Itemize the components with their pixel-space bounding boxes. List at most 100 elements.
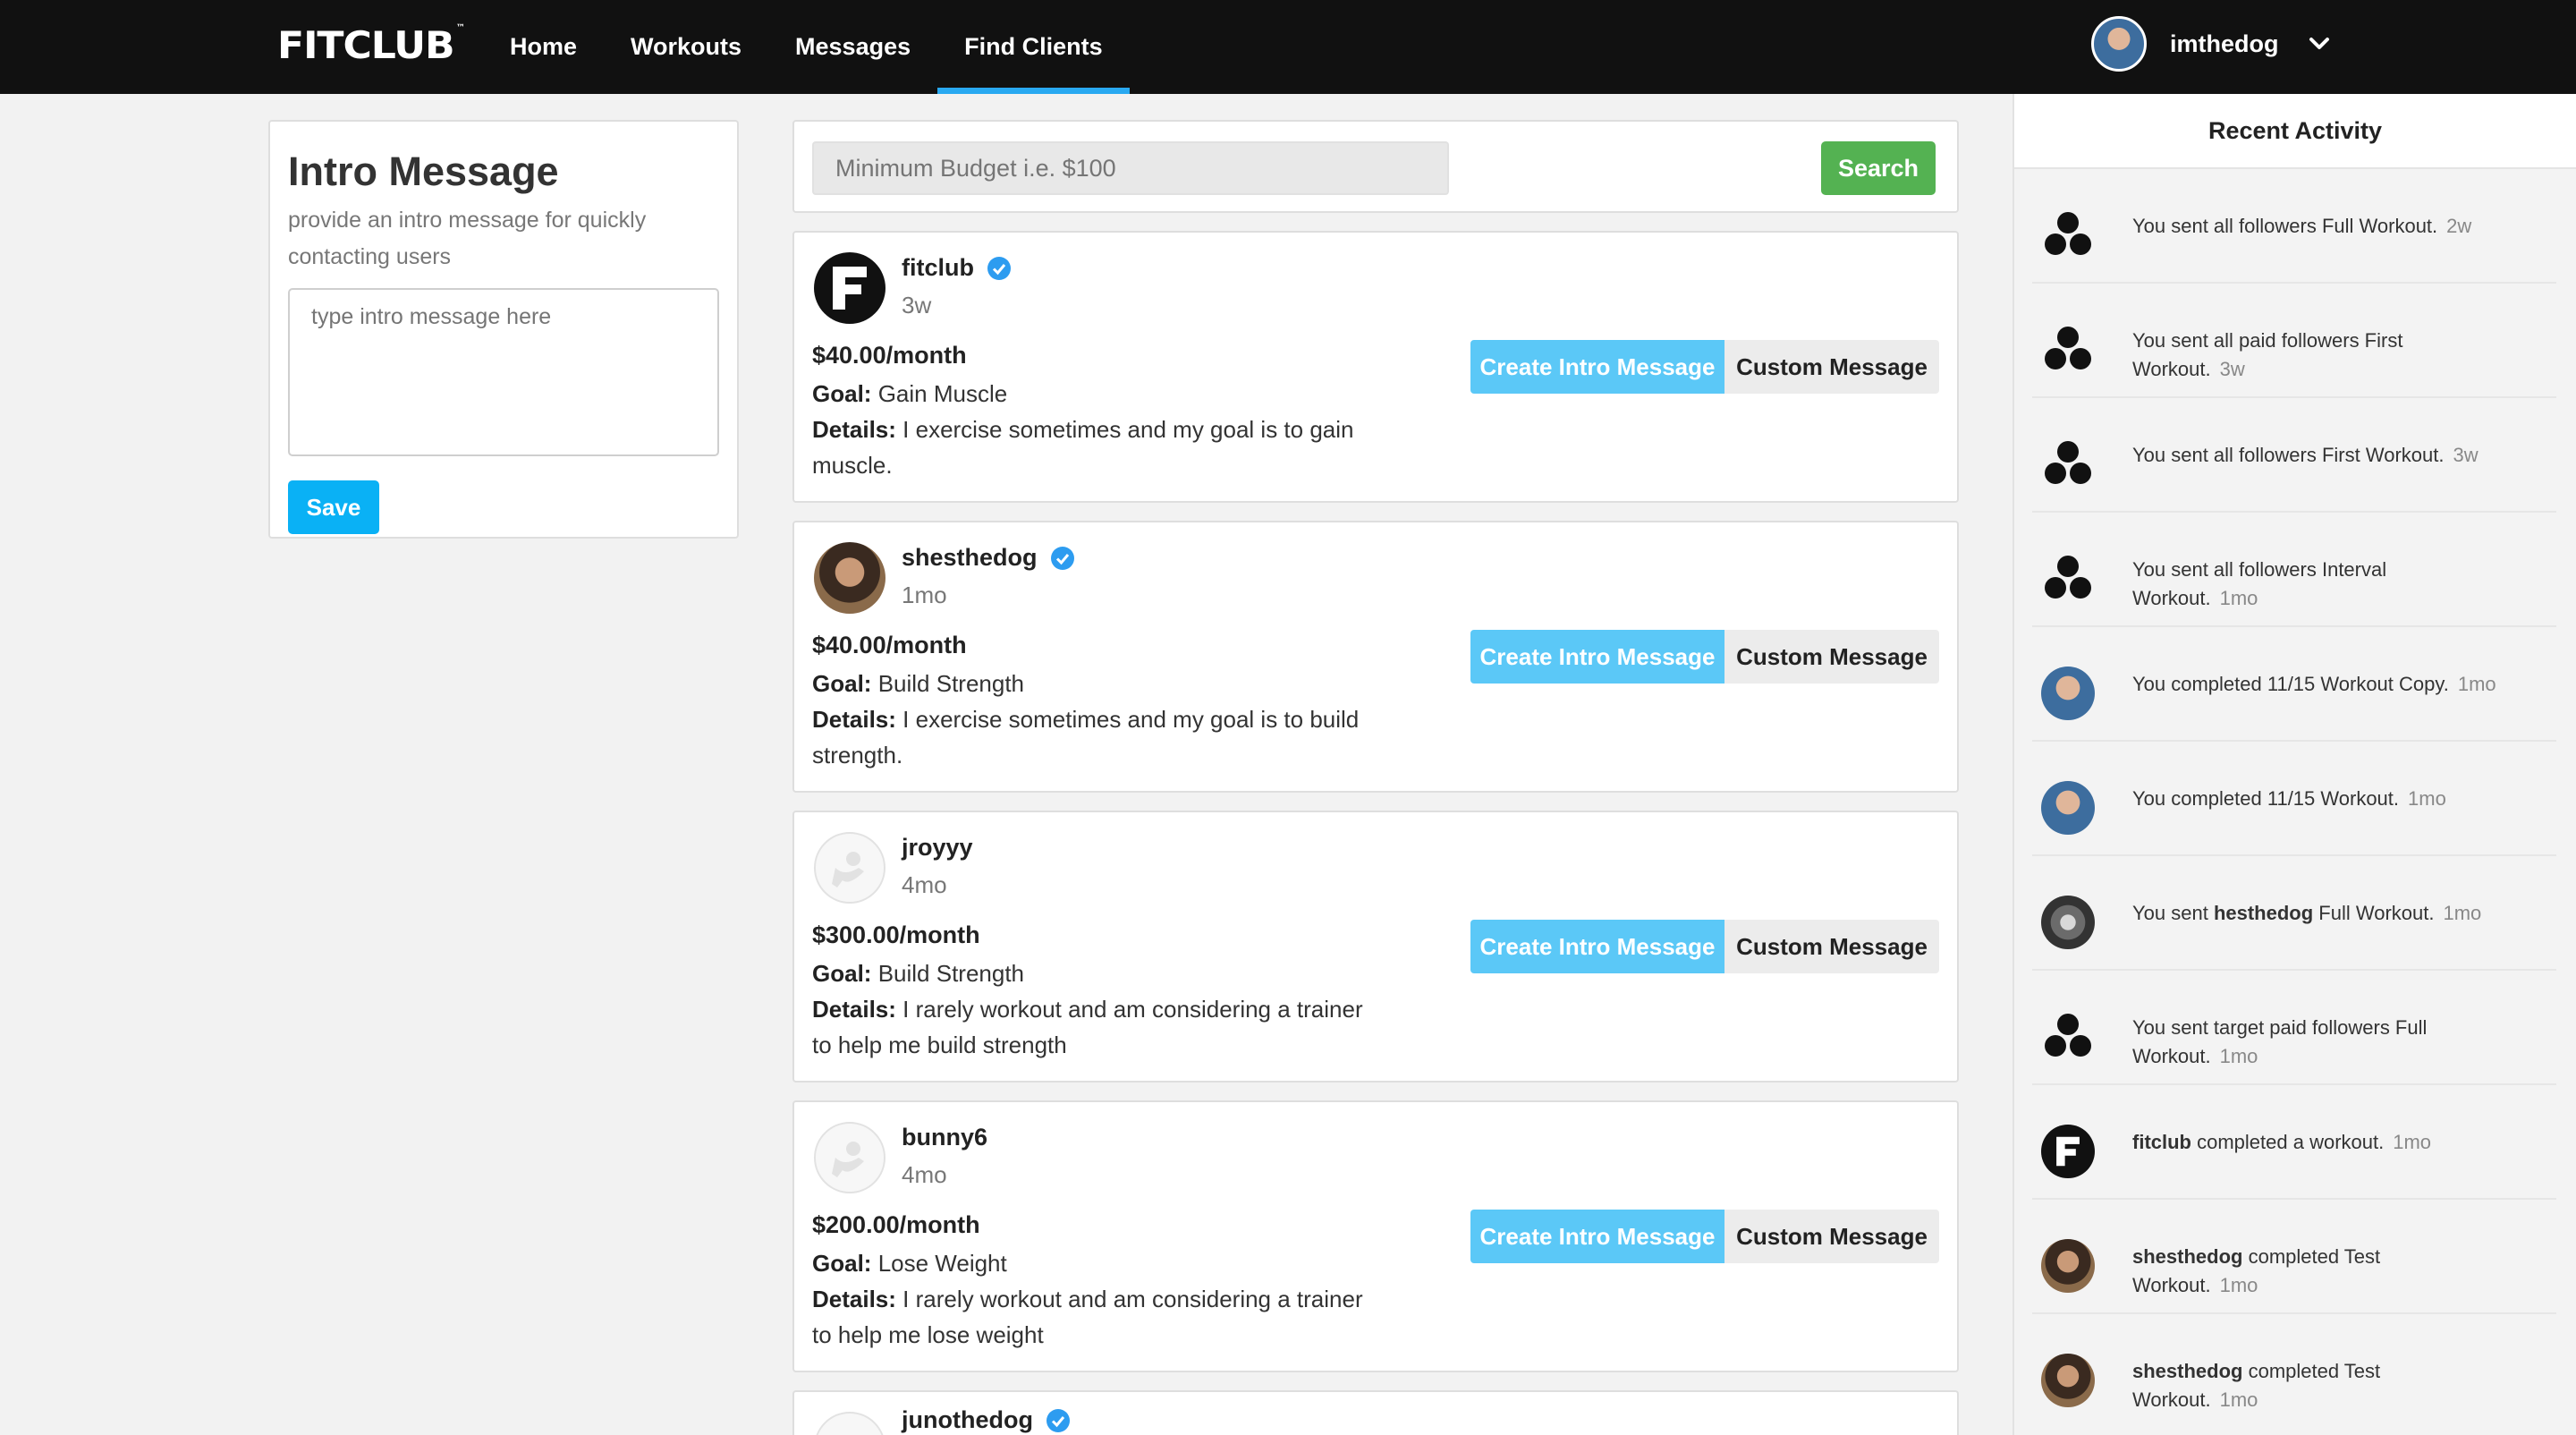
activity-item[interactable]: shesthedog completed Test Workout. 1mo: [2032, 1200, 2556, 1314]
nav-links: Home Workouts Messages Find Clients: [483, 0, 1130, 94]
default-user-icon: [832, 852, 864, 887]
client-name[interactable]: junothedog: [902, 1406, 1071, 1434]
recent-activity-panel: Recent Activity You sent all followers F…: [2012, 94, 2576, 1435]
username[interactable]: imthedog: [2170, 30, 2279, 58]
nav-workouts[interactable]: Workouts: [604, 0, 768, 94]
client-card: junothedog: [792, 1390, 1959, 1435]
verified-icon: [1046, 1408, 1070, 1432]
activity-text: You sent all followers Interval Workout.…: [2132, 558, 2387, 609]
verified-icon: [1050, 546, 1074, 570]
avatar: [2041, 1354, 2095, 1407]
client-details: Details: I exercise sometimes and my goa…: [812, 416, 1354, 479]
activity-item[interactable]: You completed 11/15 Workout Copy. 1mo: [2032, 627, 2556, 742]
avatar: [2041, 896, 2095, 949]
client-actions: Create Intro Message Custom Message: [1470, 920, 1939, 973]
activity-title: Recent Activity: [2014, 94, 2576, 169]
avatar: [2041, 781, 2095, 835]
client-name[interactable]: fitclub: [902, 254, 1012, 282]
avatar: [2041, 667, 2095, 720]
activity-item[interactable]: You sent all followers Interval Workout.…: [2032, 513, 2556, 627]
default-avatar-icon[interactable]: [814, 832, 886, 904]
custom-message-button[interactable]: Custom Message: [1724, 340, 1939, 394]
avatar[interactable]: [2091, 16, 2147, 72]
activity-item[interactable]: shesthedog completed Test Workout. 1mo: [2032, 1314, 2556, 1429]
three-dots-icon: [2041, 323, 2095, 377]
activity-text: You completed 11/15 Workout. 1mo: [2132, 787, 2446, 810]
client-card: jroyyy 4mo $300.00/month Goal: Build Str…: [792, 811, 1959, 1083]
custom-message-button[interactable]: Custom Message: [1724, 630, 1939, 684]
create-intro-message-button[interactable]: Create Intro Message: [1470, 630, 1724, 684]
client-goal: Goal: Build Strength: [812, 960, 1025, 987]
client-details: Details: I rarely workout and am conside…: [812, 996, 1363, 1058]
activity-text: You sent target paid followers Full Work…: [2132, 1016, 2428, 1067]
brand-logo[interactable]: FITCLUB ™: [277, 23, 465, 67]
activity-item[interactable]: You completed 11/15 Workout. 1mo: [2032, 742, 2556, 856]
client-actions: Create Intro Message Custom Message: [1470, 1210, 1939, 1263]
client-details: Details: I rarely workout and am conside…: [812, 1286, 1363, 1348]
activity-text: You completed 11/15 Workout Copy. 1mo: [2132, 673, 2496, 695]
client-name[interactable]: jroyyy: [902, 834, 973, 862]
client-details: Details: I exercise sometimes and my goa…: [812, 706, 1360, 768]
create-intro-message-button[interactable]: Create Intro Message: [1470, 920, 1724, 973]
chevron-down-icon[interactable]: [2308, 32, 2331, 55]
three-dots-icon: [2041, 437, 2095, 491]
client-name[interactable]: shesthedog: [902, 544, 1075, 572]
activity-item[interactable]: You sent target paid followers Full Work…: [2032, 971, 2556, 1085]
client-time: 3w: [902, 292, 932, 318]
fitclub-logo[interactable]: [814, 252, 886, 324]
create-intro-message-button[interactable]: Create Intro Message: [1470, 340, 1724, 394]
activity-item[interactable]: fitclub completed a workout. 1mo: [2032, 1085, 2556, 1200]
default-avatar-icon[interactable]: [814, 1412, 886, 1435]
activity-text: You sent all followers Full Workout. 2w: [2132, 215, 2472, 237]
client-goal: Goal: Lose Weight: [812, 1250, 1007, 1277]
activity-text: shesthedog completed Test Workout. 1mo: [2132, 1245, 2381, 1296]
search-button[interactable]: Search: [1821, 141, 1936, 195]
client-name[interactable]: bunny6: [902, 1124, 987, 1151]
nav-find-clients[interactable]: Find Clients: [937, 0, 1130, 94]
fitclub-f-icon: [2056, 1136, 2080, 1167]
client-actions: Create Intro Message Custom Message: [1470, 630, 1939, 684]
save-button[interactable]: Save: [288, 480, 379, 534]
client-goal: Goal: Gain Muscle: [812, 380, 1008, 407]
fitclub-f-icon: [833, 267, 867, 310]
activity-text: shesthedog completed Test Workout. 1mo: [2132, 1360, 2381, 1411]
three-dots-icon: [2041, 1010, 2095, 1064]
activity-text: You sent all followers First Workout. 3w: [2132, 444, 2479, 466]
intro-message-textarea[interactable]: [288, 288, 719, 456]
activity-item[interactable]: You sent all followers Full Workout. 2w: [2032, 169, 2556, 284]
custom-message-button[interactable]: Custom Message: [1724, 1210, 1939, 1263]
activity-text: fitclub completed a workout. 1mo: [2132, 1131, 2432, 1153]
client-time: 4mo: [902, 1161, 947, 1188]
avatar: [2041, 1239, 2095, 1293]
default-avatar-icon[interactable]: [814, 1122, 886, 1193]
activity-item[interactable]: You sent all paid followers First Workou…: [2032, 284, 2556, 398]
fitclub-logo: [2041, 1125, 2095, 1178]
client-card: shesthedog 1mo $40.00/month Goal: Build …: [792, 521, 1959, 793]
three-dots-icon: [2041, 208, 2095, 262]
intro-message-panel: Intro Message provide an intro message f…: [268, 120, 739, 539]
intro-description: provide an intro message for quickly con…: [288, 208, 647, 269]
nav-messages[interactable]: Messages: [768, 0, 937, 94]
activity-item[interactable]: You sent all followers First Workout. 3w: [2032, 398, 2556, 513]
top-navbar: FITCLUB ™ Home Workouts Messages Find Cli…: [0, 0, 2576, 94]
client-goal: Goal: Build Strength: [812, 670, 1025, 697]
client-actions: Create Intro Message Custom Message: [1470, 340, 1939, 394]
user-menu[interactable]: imthedog: [2091, 16, 2331, 72]
client-price: $40.00/month: [812, 342, 967, 369]
avatar[interactable]: [814, 542, 886, 614]
nav-home[interactable]: Home: [483, 0, 604, 94]
client-card: fitclub 3w $40.00/month Goal: Gain Muscl…: [792, 231, 1959, 503]
activity-text: You sent all paid followers First Workou…: [2132, 329, 2403, 380]
client-price: $300.00/month: [812, 921, 980, 948]
client-price: $40.00/month: [812, 632, 967, 658]
default-user-icon: [832, 1142, 864, 1177]
custom-message-button[interactable]: Custom Message: [1724, 920, 1939, 973]
three-dots-icon: [2041, 552, 2095, 606]
activity-text: You sent hesthedog Full Workout. 1mo: [2132, 902, 2482, 924]
budget-search-input[interactable]: [812, 141, 1449, 195]
create-intro-message-button[interactable]: Create Intro Message: [1470, 1210, 1724, 1263]
search-card: Search: [792, 120, 1959, 213]
activity-item[interactable]: You sent hesthedog Full Workout. 1mo: [2032, 856, 2556, 971]
client-time: 4mo: [902, 871, 947, 898]
client-time: 1mo: [902, 582, 947, 608]
